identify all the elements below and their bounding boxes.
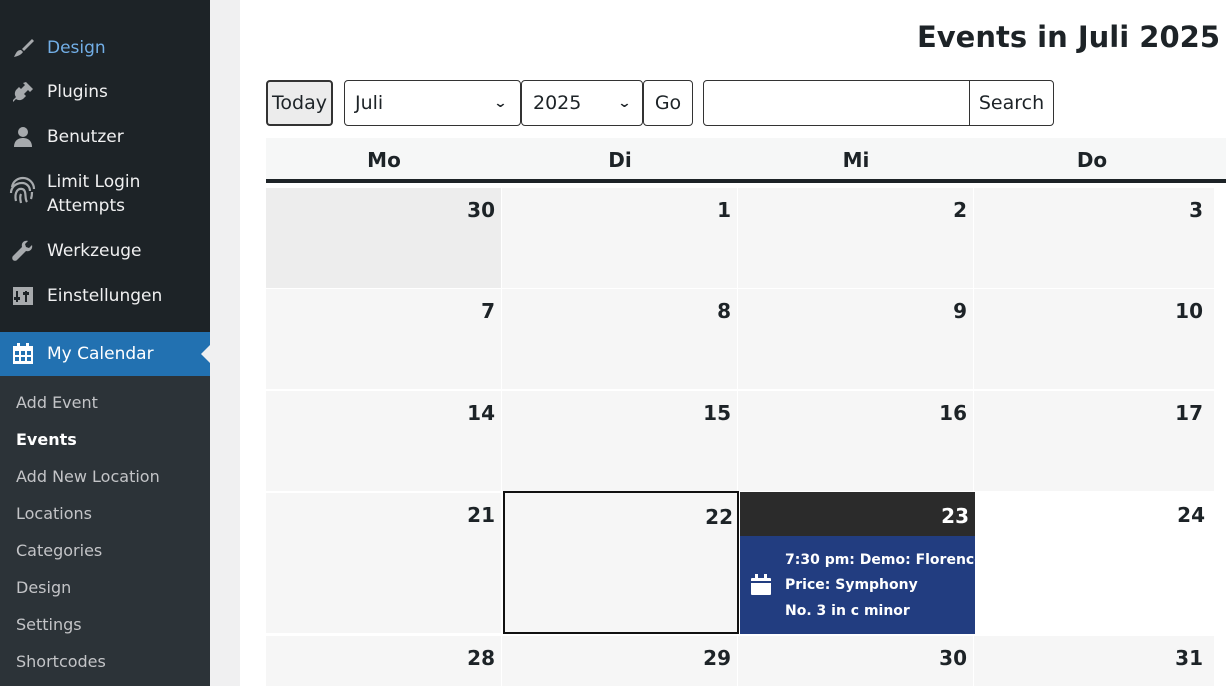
calendar-day[interactable]: 24 <box>976 493 1214 633</box>
day-number: 30 <box>939 646 967 670</box>
day-number: 21 <box>467 503 495 527</box>
search-input[interactable] <box>703 80 970 126</box>
plug-icon <box>10 79 36 105</box>
menu-item-my-calendar[interactable]: My Calendar <box>0 332 210 376</box>
day-number: 1 <box>717 198 731 222</box>
user-icon <box>10 124 36 150</box>
menu-label: Werkzeuge <box>47 241 142 261</box>
page-title: Events in Juli 2025 <box>916 20 1220 54</box>
calendar-day[interactable]: 8 <box>502 289 737 389</box>
chevron-down-icon: ⌄ <box>617 95 632 111</box>
menu-item-limit-login-attempts[interactable]: Limit Login Attempts <box>0 169 210 219</box>
main-content: Events in Juli 2025 Today Juli ⌄ 2025 ⌄ … <box>240 0 1226 686</box>
submenu-add-new-location[interactable]: Add New Location <box>16 466 160 488</box>
day-header-mo: Mo <box>367 148 401 172</box>
month-value: Juli <box>355 92 384 114</box>
day-number: 28 <box>467 646 495 670</box>
calendar-day-selected[interactable]: 22 <box>503 491 739 634</box>
menu-label-line2: Attempts <box>47 196 125 216</box>
submenu-events[interactable]: Events <box>16 429 77 451</box>
calendar-day[interactable]: 1 <box>502 188 737 288</box>
submenu-add-event[interactable]: Add Event <box>16 392 98 414</box>
day-number: 7 <box>481 299 495 323</box>
event-day-header: 23 <box>740 492 975 536</box>
day-number: 10 <box>1175 299 1203 323</box>
year-select[interactable]: 2025 ⌄ <box>521 80 643 126</box>
calendar-day[interactable]: 31 <box>974 636 1214 686</box>
submenu-shortcodes[interactable]: Shortcodes <box>16 651 106 673</box>
admin-sidebar: Design Plugins Benutzer Limit Login Atte… <box>0 0 210 686</box>
menu-label: Plugins <box>47 82 108 102</box>
current-menu-arrow <box>201 345 210 363</box>
today-label: Today <box>272 92 327 114</box>
calendar-day[interactable]: 30 <box>266 188 501 288</box>
settings-icon <box>10 283 36 309</box>
calendar-day[interactable]: 28 <box>266 636 501 686</box>
submenu-design[interactable]: Design <box>16 577 71 599</box>
day-header-di: Di <box>608 148 632 172</box>
day-number: 2 <box>953 198 967 222</box>
go-label: Go <box>654 92 682 114</box>
day-number: 16 <box>939 401 967 425</box>
calendar-day-with-event[interactable]: 23 7:30 pm: Demo: Florence Price: Sympho… <box>740 492 984 634</box>
menu-label: Benutzer <box>47 127 124 147</box>
calendar-icon <box>750 574 772 600</box>
calendar-day[interactable]: 21 <box>266 493 501 633</box>
menu-label: Design <box>47 38 106 58</box>
month-select[interactable]: Juli ⌄ <box>344 80 521 126</box>
menu-item-design[interactable]: Design <box>0 35 210 61</box>
day-number: 17 <box>1175 401 1203 425</box>
search-label: Search <box>978 92 1045 114</box>
calendar-day[interactable]: 16 <box>738 391 973 491</box>
calendar-day[interactable]: 2 <box>738 188 973 288</box>
submenu-locations[interactable]: Locations <box>16 503 92 525</box>
day-number: 3 <box>1189 198 1203 222</box>
brush-icon <box>10 35 36 61</box>
day-number: 9 <box>953 299 967 323</box>
calendar-day[interactable]: 29 <box>502 636 737 686</box>
event-title-line: Price: Symphony <box>785 577 918 593</box>
menu-item-werkzeuge[interactable]: Werkzeuge <box>0 238 210 264</box>
day-number: 14 <box>467 401 495 425</box>
day-number: 24 <box>1177 503 1205 527</box>
event-title-line: No. 3 in c minor <box>785 603 910 619</box>
today-button[interactable]: Today <box>266 80 333 126</box>
menu-item-einstellungen[interactable]: Einstellungen <box>0 283 210 309</box>
calendar-day[interactable]: 30 <box>738 636 973 686</box>
day-header-do: Do <box>1076 148 1108 172</box>
day-number: 23 <box>941 504 969 528</box>
calendar-day[interactable]: 17 <box>974 391 1214 491</box>
submenu-settings[interactable]: Settings <box>16 614 82 636</box>
calendar-header: Mo Di Mi Do <box>266 138 1226 183</box>
day-number: 22 <box>705 505 733 529</box>
menu-label: My Calendar <box>47 344 154 364</box>
chevron-down-icon: ⌄ <box>493 95 508 111</box>
calendar-day[interactable]: 15 <box>502 391 737 491</box>
calendar-day[interactable]: 14 <box>266 391 501 491</box>
menu-label: Einstellungen <box>47 286 163 306</box>
calendar-day[interactable]: 10 <box>974 289 1214 389</box>
wrench-icon <box>10 238 36 264</box>
day-number: 15 <box>703 401 731 425</box>
day-number: 31 <box>1175 646 1203 670</box>
search-button[interactable]: Search <box>969 80 1054 126</box>
day-number: 30 <box>467 198 495 222</box>
submenu-categories[interactable]: Categories <box>16 540 102 562</box>
calendar-day[interactable]: 9 <box>738 289 973 389</box>
fingerprint-icon <box>7 175 37 205</box>
calendar-icon <box>10 341 36 367</box>
day-number: 29 <box>703 646 731 670</box>
menu-item-plugins[interactable]: Plugins <box>0 79 210 105</box>
year-value: 2025 <box>533 92 582 114</box>
calendar-submenu: Add Event Events Add New Location Locati… <box>0 376 210 686</box>
go-button[interactable]: Go <box>643 80 693 126</box>
day-number: 8 <box>717 299 731 323</box>
event-title-line: 7:30 pm: Demo: Florence <box>785 552 984 568</box>
day-header-mi: Mi <box>842 148 870 172</box>
menu-label: Limit Login <box>47 172 141 192</box>
event-entry[interactable]: 7:30 pm: Demo: Florence Price: Symphony … <box>740 536 984 634</box>
menu-item-benutzer[interactable]: Benutzer <box>0 124 210 150</box>
calendar-day[interactable]: 7 <box>266 289 501 389</box>
calendar-day[interactable]: 3 <box>974 188 1214 288</box>
